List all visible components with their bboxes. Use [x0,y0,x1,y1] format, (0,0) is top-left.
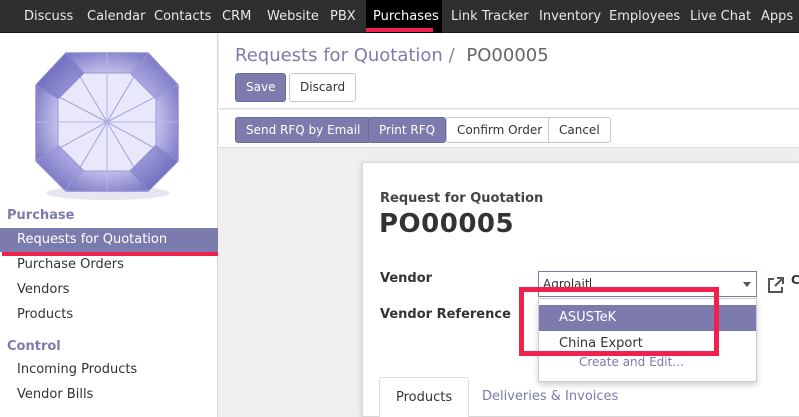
nav-employees[interactable]: Employees [598,0,691,33]
tab-products[interactable]: Products [379,377,470,417]
discard-button[interactable]: Discard [289,73,357,102]
breadcrumb: Requests for Quotation / PO00005 [235,45,549,66]
form-subtitle: Request for Quotation [380,191,544,206]
dropdown-create-and-edit[interactable]: Create and Edit... [579,355,684,369]
sidebar-item-vendor-bills[interactable]: Vendor Bills [0,383,218,407]
sidebar-item-requests-for-quotation[interactable]: Requests for Quotation [0,228,218,252]
nav-crm[interactable]: CRM [211,0,262,33]
clipped-label: C [791,273,799,287]
nav-discuss[interactable]: Discuss [13,0,84,33]
sidebar-section-control: Control [7,339,61,354]
company-logo [35,52,179,200]
breadcrumb-current: PO00005 [466,45,549,66]
annotation-underline-rfq [2,252,218,256]
cancel-button[interactable]: Cancel [548,117,611,143]
tab-deliveries-invoices[interactable]: Deliveries & Invoices [466,377,634,417]
chevron-down-icon[interactable] [743,282,751,287]
annotation-highlight-box [519,287,719,356]
confirm-order-button[interactable]: Confirm Order [446,117,554,143]
form-tabs: Products Deliveries & Invoices [379,377,799,417]
breadcrumb-parent[interactable]: Requests for Quotation [235,45,443,66]
control-panel: Requests for Quotation / PO00005 Save Di… [219,33,799,109]
sidebar-section-purchase: Purchase [7,208,75,223]
sidebar-item-incoming-products[interactable]: Incoming Products [0,358,218,382]
sidebar-item-products[interactable]: Products [0,303,218,327]
form-title: PO00005 [379,209,515,239]
print-rfq-button[interactable]: Print RFQ [368,117,447,143]
send-rfq-button[interactable]: Send RFQ by Email [235,117,372,143]
vendor-reference-label: Vendor Reference [380,307,511,322]
external-link-icon[interactable] [766,275,786,295]
breadcrumb-separator: / [448,45,455,66]
sidebar-item-vendors[interactable]: Vendors [0,278,218,302]
save-button[interactable]: Save [235,73,287,102]
form-statusbar: Send RFQ by Email Print RFQ Confirm Orde… [219,110,799,148]
vendor-label: Vendor [380,271,433,286]
nav-pbx[interactable]: PBX [319,0,367,33]
nav-link-tracker[interactable]: Link Tracker [440,0,540,33]
sidebar: Purchase Requests for Quotation Purchase… [0,33,218,417]
nav-apps[interactable]: Apps [750,0,799,33]
sidebar-item-purchase-orders[interactable]: Purchase Orders [0,253,218,277]
annotation-underline-purchases [366,28,433,32]
